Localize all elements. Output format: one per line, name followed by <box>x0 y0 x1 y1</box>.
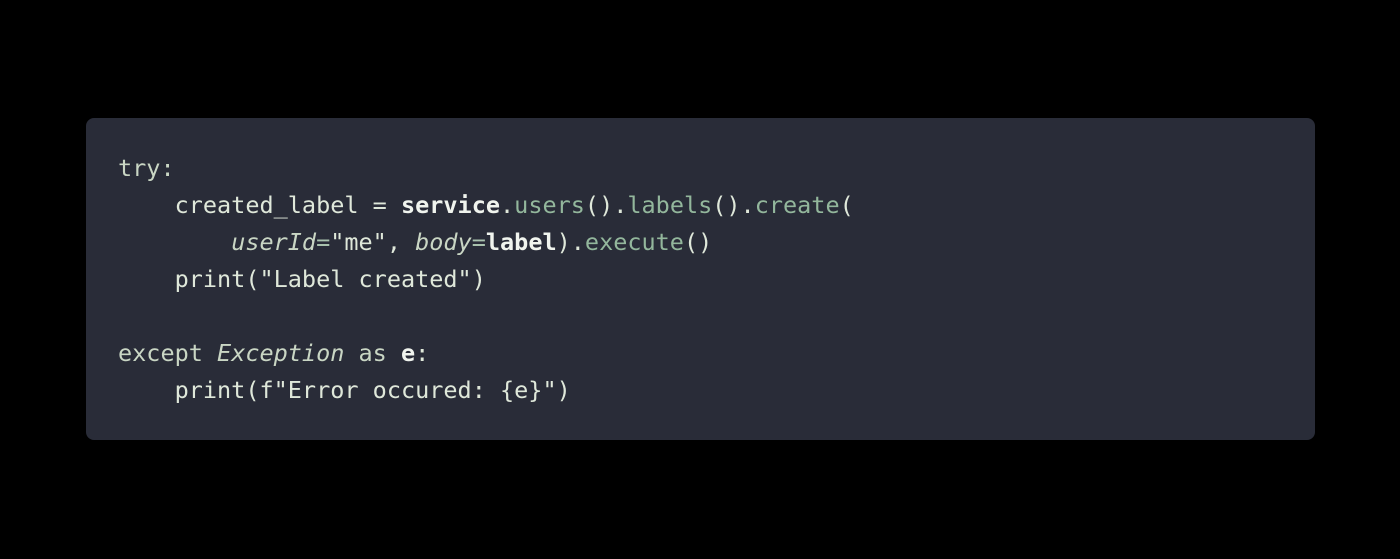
code-text: try: created_label = service.users().lab… <box>118 150 854 409</box>
code-token: as <box>344 339 401 367</box>
code-token: print(f"Error occured: {e}") <box>118 376 571 404</box>
code-line: print("Label created") <box>118 261 854 298</box>
code-token: userId <box>231 228 317 256</box>
code-token: = <box>471 228 486 256</box>
code-token: create <box>754 191 840 219</box>
code-token: e <box>400 339 416 367</box>
code-token: ( <box>839 191 854 219</box>
code-token: "me", <box>330 228 416 256</box>
code-token: body <box>415 228 472 256</box>
code-line: created_label = service.users().labels()… <box>118 187 854 224</box>
code-token: labels <box>627 191 713 219</box>
code-token: ). <box>556 228 585 256</box>
code-block: try: created_label = service.users().lab… <box>86 118 1315 440</box>
code-token: Exception <box>217 339 345 367</box>
code-line: userId="me", body=label).execute() <box>118 224 854 261</box>
code-token: service <box>400 191 501 219</box>
code-token: = <box>316 228 331 256</box>
code-line: except Exception as e: <box>118 335 854 372</box>
code-token: created_label = <box>118 191 401 219</box>
code-token: . <box>500 191 515 219</box>
code-token: users <box>514 191 585 219</box>
code-token: (). <box>584 191 628 219</box>
code-token: try: <box>118 154 175 182</box>
code-token: : <box>415 339 430 367</box>
code-token: print("Label created") <box>118 265 486 293</box>
code-token: () <box>683 228 713 256</box>
code-line: try: <box>118 150 854 187</box>
code-token: execute <box>584 228 684 256</box>
code-token: label <box>485 228 557 256</box>
code-token: (). <box>712 191 755 219</box>
code-line: print(f"Error occured: {e}") <box>118 372 854 409</box>
code-token: except <box>118 339 218 367</box>
